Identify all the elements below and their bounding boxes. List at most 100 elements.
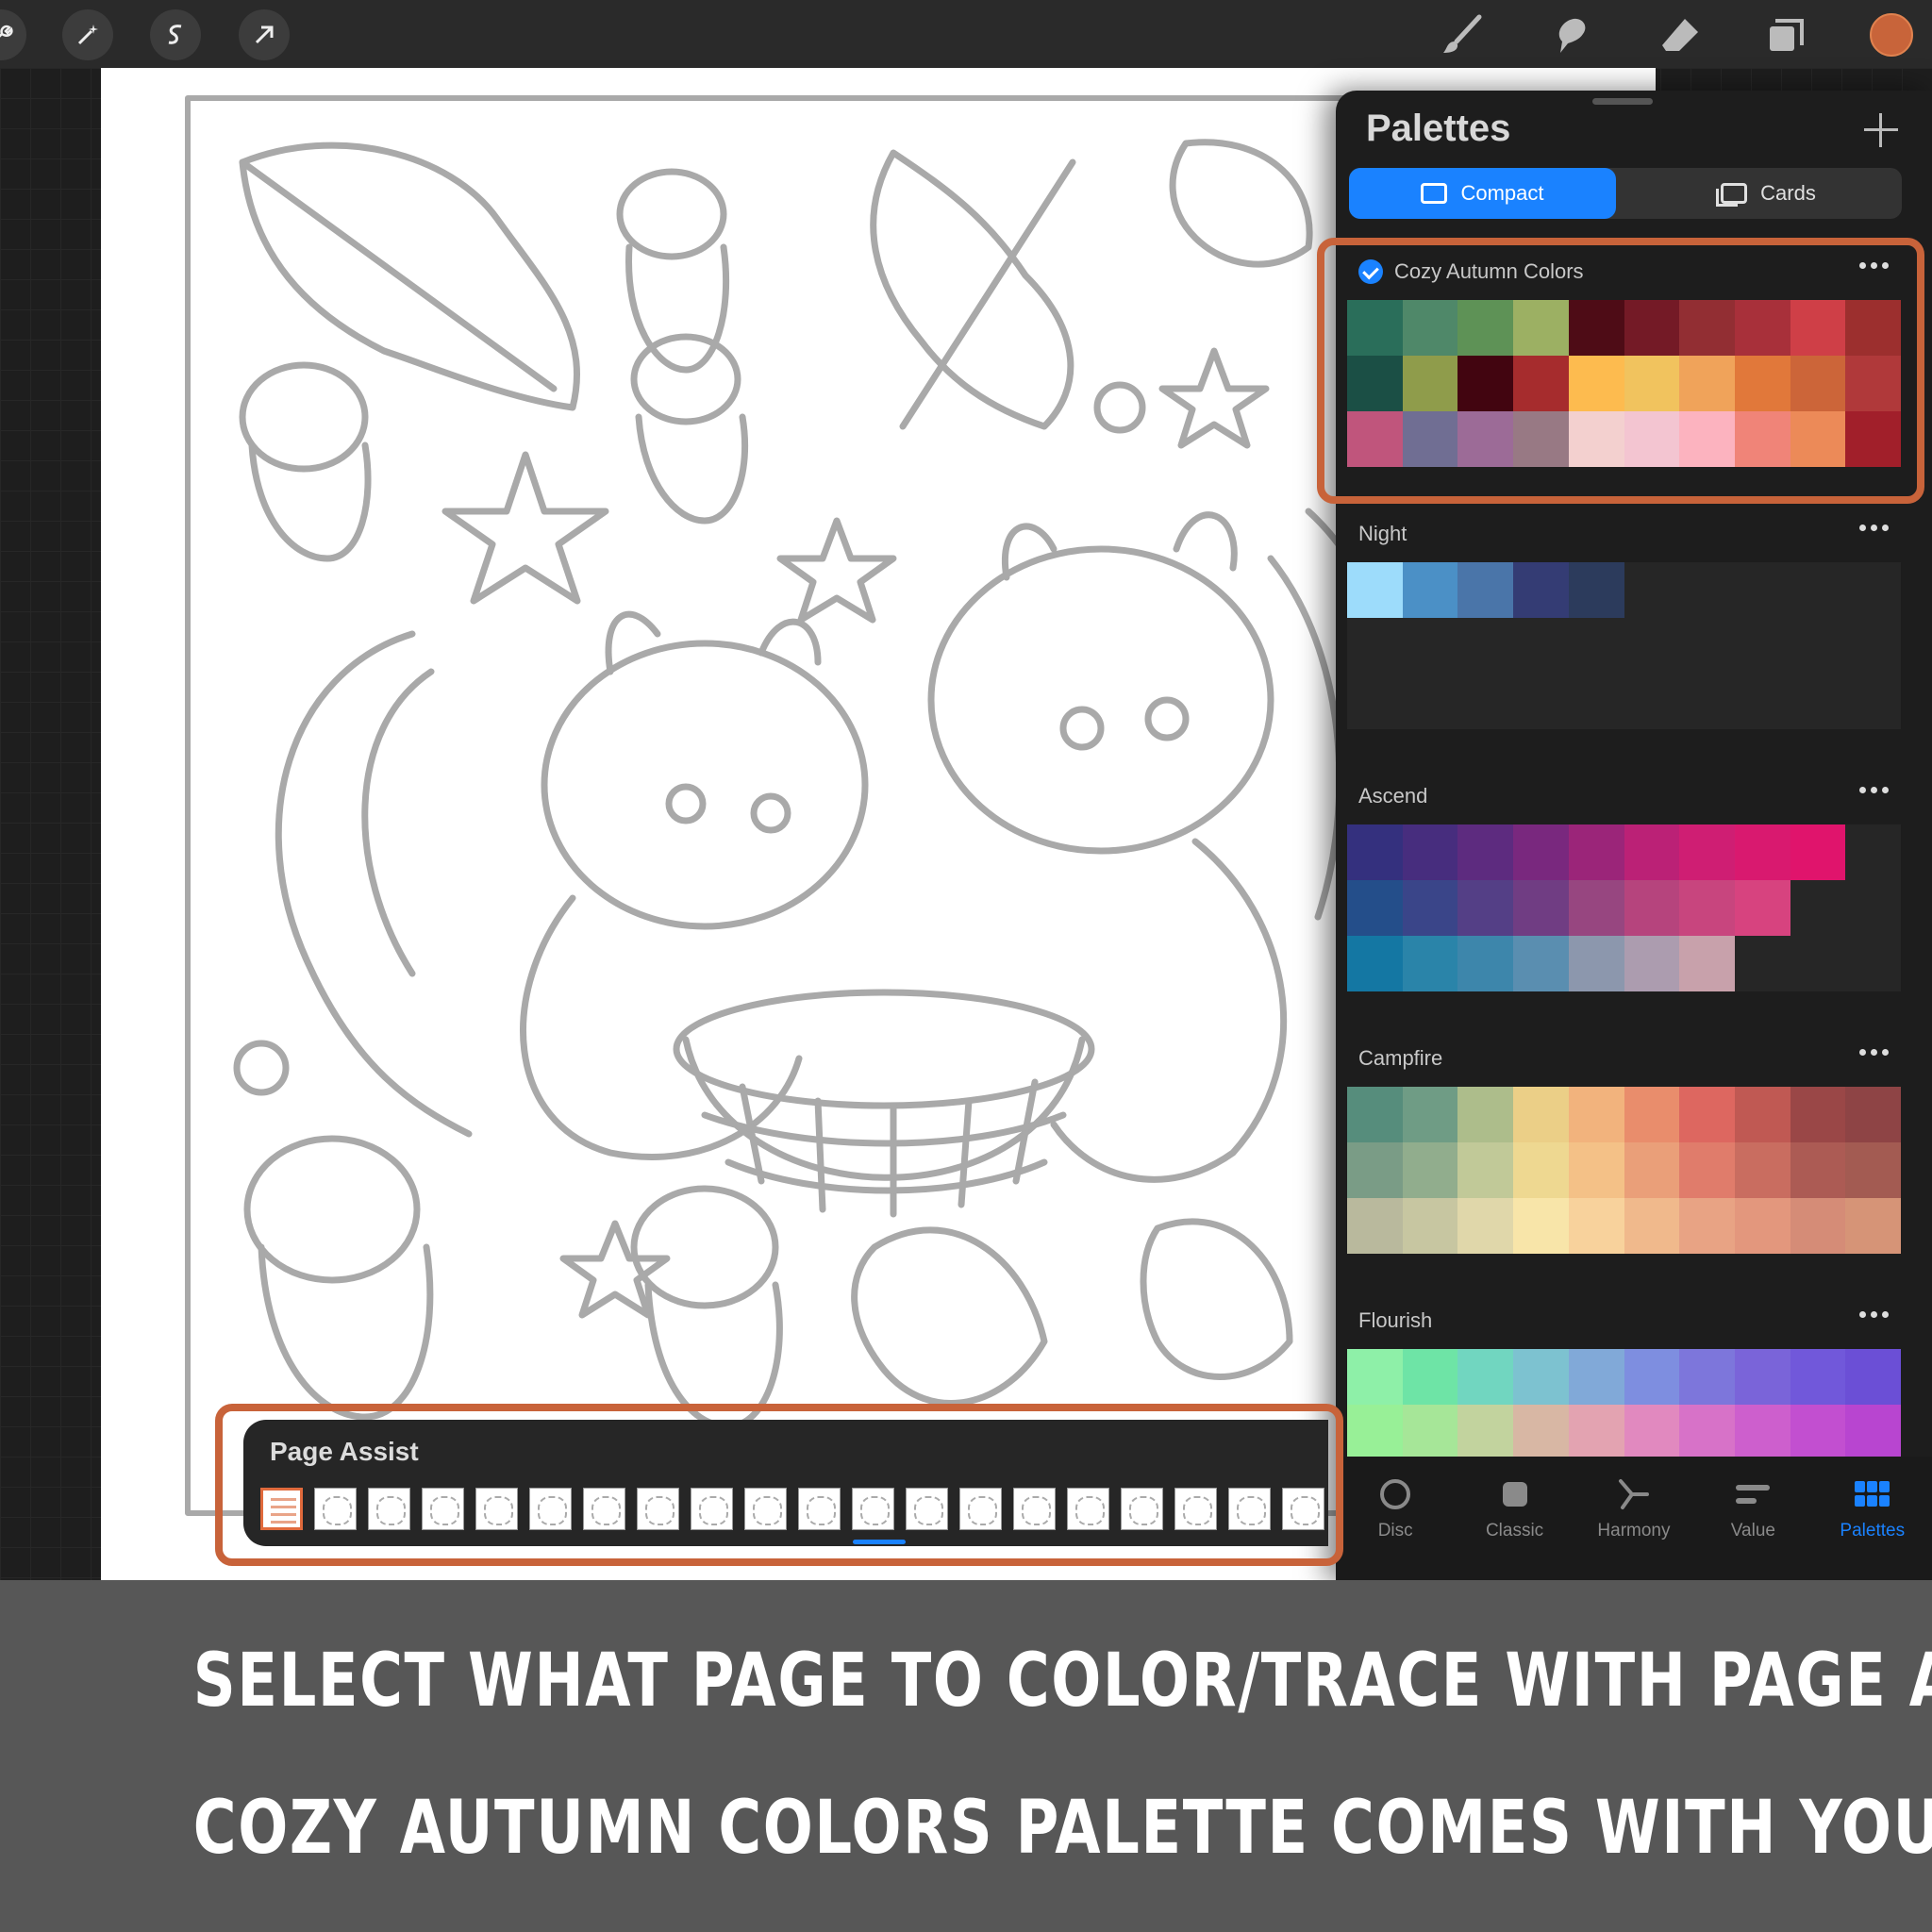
color-swatch[interactable] [1568, 824, 1624, 880]
palette-card[interactable]: Cozy Autumn Colors [1336, 238, 1932, 500]
color-swatch[interactable] [1402, 356, 1458, 411]
color-swatch[interactable] [1679, 824, 1735, 880]
eraser-icon[interactable] [1657, 11, 1704, 58]
color-swatch[interactable] [1790, 1087, 1846, 1142]
color-swatch[interactable] [1457, 936, 1514, 991]
color-swatch[interactable] [1624, 1198, 1680, 1254]
color-swatch[interactable] [1845, 356, 1901, 411]
page-thumbnail[interactable] [583, 1488, 625, 1530]
color-swatch[interactable] [1347, 1198, 1403, 1254]
color-swatch[interactable] [1347, 1405, 1403, 1460]
color-swatch[interactable] [1734, 1405, 1790, 1460]
color-swatch[interactable] [1513, 356, 1569, 411]
color-swatch[interactable] [1790, 1405, 1846, 1460]
page-thumbnail[interactable] [422, 1488, 464, 1530]
color-swatch[interactable] [1402, 411, 1458, 467]
more-options-icon[interactable] [1859, 787, 1889, 793]
color-swatch[interactable] [1790, 824, 1846, 880]
color-swatch[interactable] [1679, 1405, 1735, 1460]
color-swatch[interactable] [1624, 1349, 1680, 1405]
page-thumbnail[interactable] [368, 1488, 410, 1530]
color-swatch[interactable] [1457, 1087, 1514, 1142]
color-swatch[interactable] [1845, 1087, 1901, 1142]
page-thumbnail[interactable] [744, 1488, 787, 1530]
color-swatch[interactable] [1679, 300, 1735, 356]
color-swatch[interactable] [1568, 356, 1624, 411]
color-swatch[interactable] [1347, 356, 1403, 411]
color-swatch[interactable] [1679, 356, 1735, 411]
color-swatch[interactable] [1734, 300, 1790, 356]
color-swatch[interactable] [1679, 880, 1735, 936]
color-swatch[interactable] [1734, 1087, 1790, 1142]
selection-icon[interactable] [150, 9, 201, 60]
page-thumbnail[interactable] [906, 1488, 948, 1530]
color-swatch[interactable] [1568, 880, 1624, 936]
layers-icon[interactable] [1762, 11, 1809, 58]
color-swatch[interactable] [1513, 936, 1569, 991]
color-swatch[interactable] [1568, 1198, 1624, 1254]
page-thumbnail[interactable] [1013, 1488, 1056, 1530]
palette-card[interactable]: Night [1336, 500, 1932, 762]
color-swatch[interactable] [1457, 300, 1514, 356]
color-swatch[interactable] [1402, 300, 1458, 356]
color-swatch[interactable] [1513, 300, 1569, 356]
color-swatch[interactable] [1402, 880, 1458, 936]
color-swatch[interactable] [1402, 1405, 1458, 1460]
cards-view-button[interactable]: Cards [1635, 168, 1902, 219]
color-swatch[interactable] [1402, 1349, 1458, 1405]
color-swatch[interactable] [1568, 1087, 1624, 1142]
color-swatch[interactable] [1734, 824, 1790, 880]
color-swatch[interactable] [1513, 411, 1569, 467]
color-swatch[interactable] [1402, 1198, 1458, 1254]
color-swatch[interactable] [1624, 880, 1680, 936]
color-swatch[interactable] [1457, 1198, 1514, 1254]
color-swatch[interactable] [1568, 936, 1624, 991]
page-thumbnail[interactable] [1121, 1488, 1163, 1530]
tab-harmony[interactable]: Harmony [1582, 1475, 1686, 1581]
color-swatch[interactable] [1845, 1198, 1901, 1254]
color-swatch[interactable] [1402, 1142, 1458, 1198]
brush-icon[interactable] [1438, 11, 1485, 58]
color-swatch[interactable] [1790, 300, 1846, 356]
color-swatch[interactable] [1679, 411, 1735, 467]
color-swatch[interactable] [1790, 1198, 1846, 1254]
color-swatch[interactable] [1734, 411, 1790, 467]
color-swatch[interactable] [1513, 1198, 1569, 1254]
color-swatch[interactable] [1513, 1349, 1569, 1405]
color-swatch[interactable] [1568, 562, 1624, 618]
color-swatch[interactable] [1457, 1142, 1514, 1198]
color-swatch[interactable] [1568, 300, 1624, 356]
color-swatch[interactable] [1790, 1142, 1846, 1198]
color-swatch[interactable] [1402, 824, 1458, 880]
color-swatch[interactable] [1347, 300, 1403, 356]
color-swatch[interactable] [1624, 300, 1680, 356]
color-swatch[interactable] [1347, 411, 1403, 467]
page-thumbnail[interactable] [314, 1488, 357, 1530]
color-swatch[interactable] [1457, 1405, 1514, 1460]
current-color-swatch[interactable] [1870, 13, 1913, 57]
default-checkmark-icon[interactable] [1358, 259, 1383, 284]
color-swatch[interactable] [1457, 411, 1514, 467]
page-thumbnail[interactable] [798, 1488, 841, 1530]
more-options-icon[interactable] [1859, 1049, 1889, 1056]
wrench-icon[interactable] [0, 9, 26, 60]
tab-palettes[interactable]: Palettes [1821, 1475, 1924, 1581]
transform-arrow-icon[interactable] [239, 9, 290, 60]
color-swatch[interactable] [1734, 1349, 1790, 1405]
page-thumbnail[interactable] [959, 1488, 1002, 1530]
color-swatch[interactable] [1347, 824, 1403, 880]
page-thumbnail[interactable] [1228, 1488, 1271, 1530]
color-swatch[interactable] [1624, 1405, 1680, 1460]
color-swatch[interactable] [1845, 1349, 1901, 1405]
color-swatch[interactable] [1513, 1087, 1569, 1142]
page-thumbnail[interactable] [529, 1488, 572, 1530]
magic-wand-icon[interactable] [62, 9, 113, 60]
page-thumbnail[interactable] [260, 1488, 303, 1530]
color-swatch[interactable] [1568, 1405, 1624, 1460]
color-swatch[interactable] [1347, 1349, 1403, 1405]
page-thumbnail[interactable] [852, 1488, 894, 1530]
color-swatch[interactable] [1734, 880, 1790, 936]
color-swatch[interactable] [1790, 1349, 1846, 1405]
page-thumbnail[interactable] [691, 1488, 733, 1530]
color-swatch[interactable] [1734, 1198, 1790, 1254]
